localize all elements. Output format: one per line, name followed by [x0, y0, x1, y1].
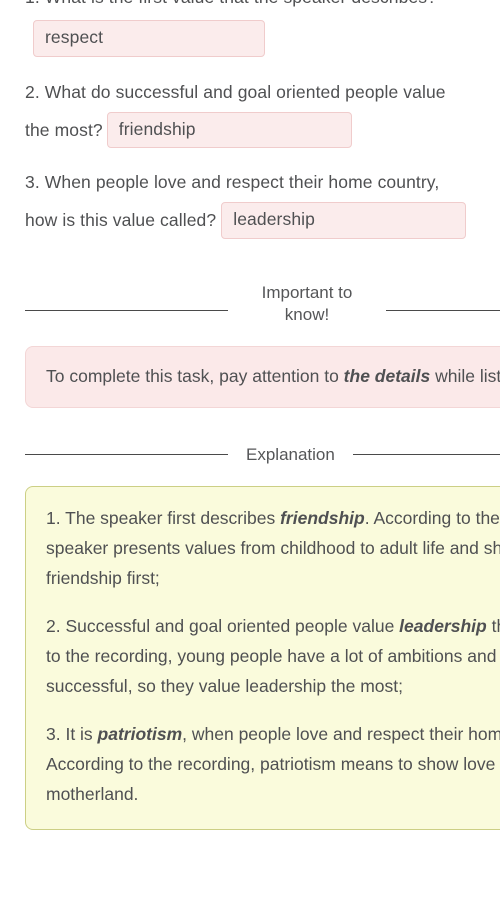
explanation-2-bold: leadership [399, 615, 487, 636]
answer-input-2[interactable]: friendship [106, 111, 352, 149]
important-callout: To complete this task, pay attention to … [25, 345, 500, 408]
questions-block: 1. What is the first value that the spea… [25, 0, 500, 240]
question-2-text-after: the most? [25, 119, 103, 140]
question-3: 3. When people love and respect their ho… [25, 163, 500, 240]
important-text-before: To complete this task, pay attention to [46, 365, 344, 386]
divider-rule-right [386, 309, 500, 311]
divider-rule-left [25, 309, 228, 311]
answer-input-3[interactable]: leadership [221, 202, 467, 239]
question-1-text: 1. What is the first value that the spea… [25, 0, 437, 7]
divider-explanation-title: Explanation [246, 444, 335, 464]
divider-important-to-know: Important to know! [25, 282, 500, 326]
explanation-paragraph-1: 1. The speaker first describes friendshi… [46, 503, 500, 593]
important-text-after: while listening. [435, 365, 500, 386]
divider-explanation: Explanation [25, 444, 500, 466]
question-3-text-before: 3. When people love and respect their ho… [25, 172, 440, 193]
answer-input-1[interactable]: respect [33, 20, 265, 57]
explanation-1-bold: friendship [280, 507, 365, 528]
question-2: 2. What do successful and goal oriented … [25, 73, 500, 150]
explanation-1-before: 1. The speaker first describes [46, 507, 281, 528]
important-bold-text: the details [343, 365, 431, 386]
question-1: 1. What is the first value that the spea… [25, 0, 500, 57]
explanation-callout: 1. The speaker first describes friendshi… [25, 485, 500, 830]
divider-important-title: Important to know! [261, 282, 353, 324]
worksheet-page: 1. What is the first value that the spea… [0, 0, 500, 830]
explanation-3-before: 3. It is [46, 723, 98, 744]
explanation-2-before: 2. Successful and goal oriented people v… [46, 615, 400, 636]
divider-rule-right-2 [352, 454, 500, 456]
explanation-paragraph-2: 2. Successful and goal oriented people v… [46, 611, 500, 701]
explanation-3-bold: patriotism [97, 723, 183, 744]
explanation-paragraph-3: 3. It is patriotism, when people love an… [46, 719, 500, 809]
divider-rule-left-2 [25, 454, 228, 456]
question-3-text-after: how is this value called? [25, 210, 217, 231]
question-2-text-before: 2. What do successful and goal oriented … [25, 81, 446, 102]
